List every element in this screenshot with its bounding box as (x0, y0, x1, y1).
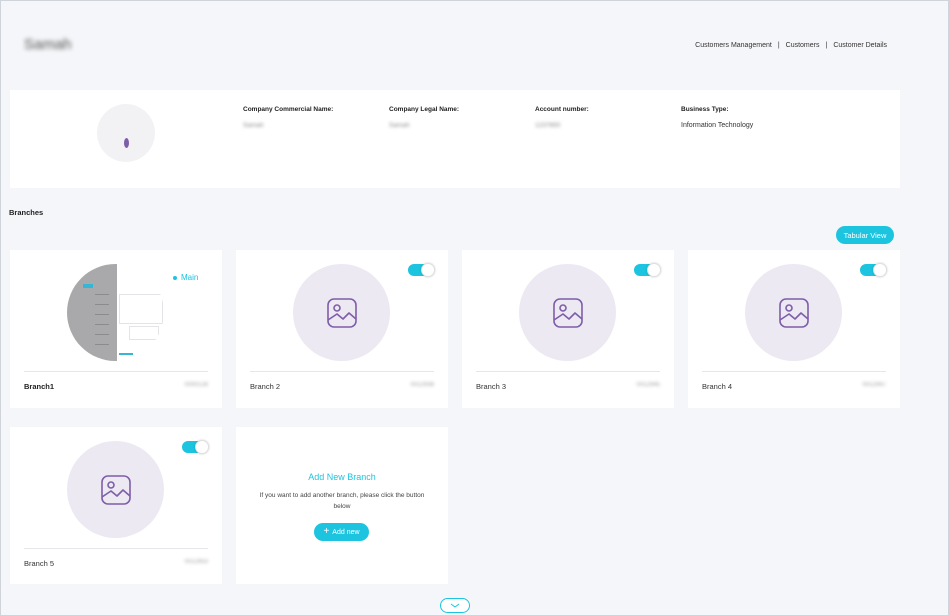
account-number-field: Account number: 1237850 (535, 106, 589, 129)
logo-drop-icon (123, 138, 129, 148)
add-branch-description: If you want to add another branch, pleas… (259, 492, 425, 510)
account-number-label: Account number: (535, 106, 589, 113)
breadcrumb: Customers Management | Customers | Custo… (695, 42, 887, 49)
account-number-value: 1237850 (535, 122, 561, 129)
branch-image-placeholder (293, 264, 390, 361)
branch-image-placeholder (745, 264, 842, 361)
branch-code: 0000128 (184, 382, 208, 388)
user-name: Samah (24, 36, 72, 53)
branch-thumbnail (67, 264, 164, 361)
branch-active-toggle[interactable] (182, 440, 209, 454)
branch-code: 0012953 (184, 559, 208, 565)
add-new-branch-button[interactable]: + Add new (314, 523, 369, 541)
legal-name-field: Company Legal Name: Samah (389, 106, 459, 129)
plus-icon: + (323, 526, 330, 537)
branch-name: Branch1 (24, 382, 55, 391)
divider (702, 371, 886, 372)
commercial-name-field: Company Commercial Name: Samah (243, 106, 333, 129)
branch-card-5[interactable]: Branch 5 0012953 (10, 427, 222, 584)
branch-card-2[interactable]: Branch 2 0012938 (236, 250, 448, 408)
branch-active-toggle[interactable] (860, 263, 887, 277)
branch-name: Branch 2 (250, 382, 281, 391)
branch-name: Branch 5 (24, 559, 55, 568)
branch-code: 0012947 (862, 382, 886, 388)
legal-name-label: Company Legal Name: (389, 106, 460, 113)
company-logo (97, 104, 155, 162)
image-icon (552, 297, 583, 328)
branch-code: 0012938 (410, 382, 434, 388)
commercial-name-label: Company Commercial Name: (243, 106, 334, 113)
branch-name: Branch 3 (476, 382, 507, 391)
dot-icon (173, 275, 177, 280)
business-type-label: Business Type: (681, 106, 729, 113)
company-info-card: Company Commercial Name: Samah Company L… (10, 90, 900, 188)
branch-name: Branch 4 (702, 382, 733, 391)
divider (476, 371, 660, 372)
scroll-down-button[interactable] (440, 598, 470, 613)
branches-title: Branches (9, 208, 44, 217)
branch-active-toggle[interactable] (408, 263, 435, 277)
branch-active-toggle[interactable] (634, 263, 661, 277)
main-branch-label: Main (181, 273, 199, 282)
branch-card-4[interactable]: Branch 4 0012947 (688, 250, 900, 408)
branch-code: 0012945 (636, 382, 660, 388)
branch-image-placeholder (67, 441, 164, 538)
commercial-name-value: Samah (243, 122, 264, 129)
business-type-field: Business Type: Information Technology (681, 106, 753, 129)
image-icon (100, 474, 131, 505)
add-branch-card: Add New Branch If you want to add anothe… (236, 427, 448, 584)
add-new-label: Add new (332, 528, 360, 536)
tabular-view-button[interactable]: Tabular View (836, 226, 894, 244)
chevron-down-icon (450, 603, 460, 608)
divider (24, 371, 208, 372)
branch-image-placeholder (519, 264, 616, 361)
add-branch-title: Add New Branch (308, 472, 376, 482)
breadcrumb-customers-management[interactable]: Customers Management (695, 42, 772, 49)
breadcrumb-separator: | (825, 42, 828, 49)
branch-card-1[interactable]: Main Branch1 0000128 (10, 250, 222, 408)
breadcrumb-separator: | (777, 42, 780, 49)
divider (24, 548, 208, 549)
image-icon (326, 297, 357, 328)
breadcrumb-customers[interactable]: Customers (786, 42, 820, 49)
branch-card-3[interactable]: Branch 3 0012945 (462, 250, 674, 408)
breadcrumb-customer-details[interactable]: Customer Details (833, 42, 887, 49)
main-branch-badge: Main (173, 273, 198, 282)
business-type-value: Information Technology (681, 122, 754, 129)
divider (250, 371, 434, 372)
legal-name-value: Samah (389, 122, 410, 129)
image-icon (778, 297, 809, 328)
